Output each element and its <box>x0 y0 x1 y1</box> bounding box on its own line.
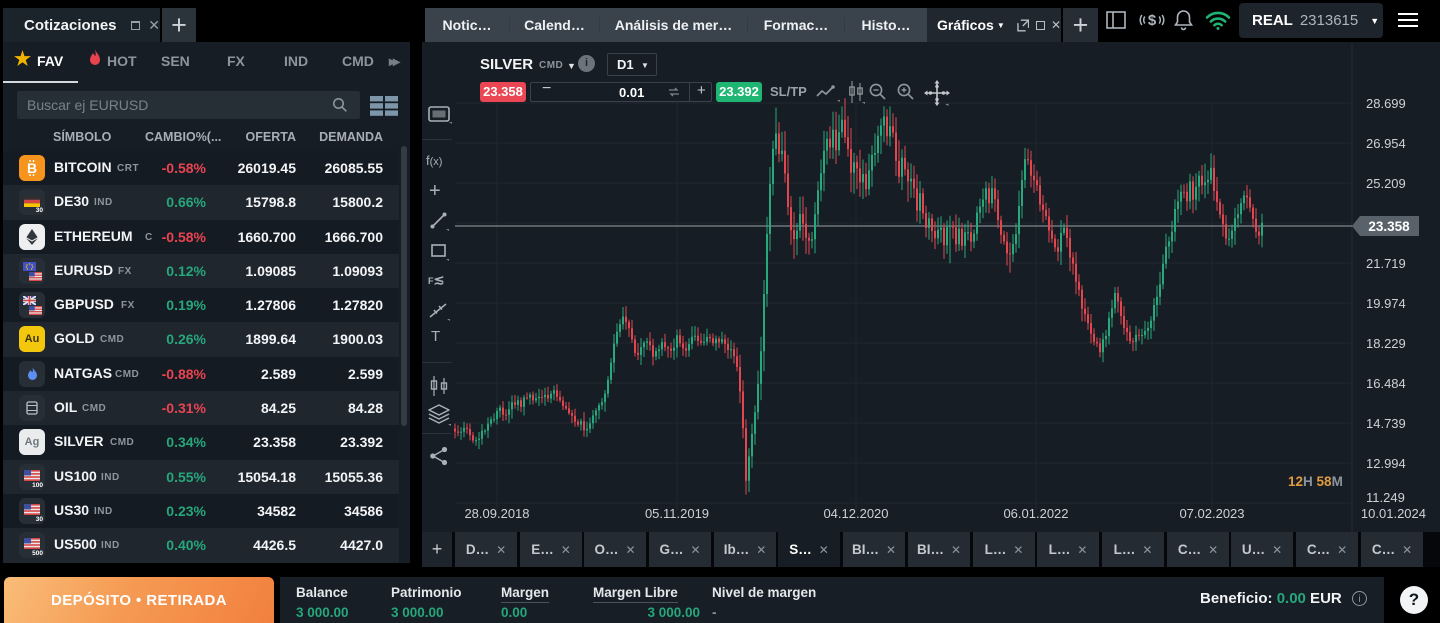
svg-text:21.719: 21.719 <box>1366 256 1406 271</box>
svg-text:05.11.2019: 05.11.2019 <box>645 506 709 521</box>
svg-text:28.09.2018: 28.09.2018 <box>464 506 529 521</box>
svg-text:19.974: 19.974 <box>1366 296 1406 311</box>
svg-text:14.739: 14.739 <box>1366 416 1406 431</box>
svg-text:11.249: 11.249 <box>1366 490 1405 505</box>
svg-text:26.954: 26.954 <box>1366 136 1406 151</box>
svg-text:07.02.2023: 07.02.2023 <box>1179 506 1244 521</box>
svg-text:28.699: 28.699 <box>1366 96 1406 111</box>
svg-text:06.01.2022: 06.01.2022 <box>1003 506 1068 521</box>
svg-text:04.12.2020: 04.12.2020 <box>823 506 888 521</box>
svg-text:23.358: 23.358 <box>1368 219 1410 234</box>
svg-text:16.484: 16.484 <box>1366 376 1406 391</box>
svg-text:B: B <box>27 160 37 176</box>
svg-text:12.994: 12.994 <box>1366 456 1406 471</box>
svg-text:10.01.2024: 10.01.2024 <box>1361 506 1426 521</box>
svg-text:$: $ <box>1148 12 1157 29</box>
svg-text:12H 58M: 12H 58M <box>1288 474 1343 489</box>
svg-text:25.209: 25.209 <box>1366 176 1406 191</box>
svg-text:18.229: 18.229 <box>1366 336 1406 351</box>
